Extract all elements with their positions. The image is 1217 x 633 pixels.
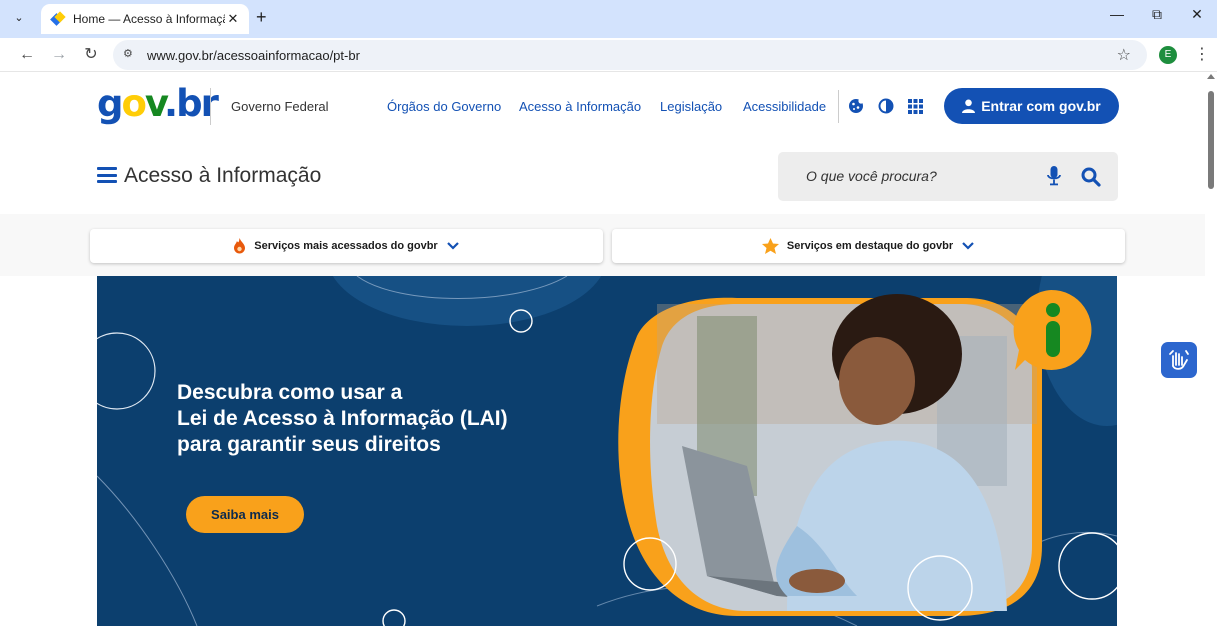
hamburger-menu-icon[interactable] — [97, 167, 117, 183]
most-accessed-services-dropdown[interactable]: Serviços mais acessados do govbr — [90, 229, 603, 263]
info-speech-bubble-icon — [1013, 289, 1092, 370]
window-close-icon[interactable]: ✕ — [1187, 6, 1207, 23]
new-tab-plus-icon[interactable]: + — [256, 6, 267, 28]
hero-heading-line-1: Descubra como usar a — [177, 381, 403, 404]
chevron-down-icon — [962, 242, 974, 250]
link-legislacao[interactable]: Legislação — [660, 99, 722, 114]
link-acessibilidade[interactable]: Acessibilidade — [743, 99, 826, 114]
bookmark-star-icon[interactable]: ☆ — [1117, 45, 1131, 65]
star-icon — [761, 238, 779, 254]
profile-avatar[interactable]: E — [1159, 46, 1177, 64]
window-restore-icon[interactable]: ⧉ — [1147, 6, 1167, 23]
link-acesso-a-informacao[interactable]: Acesso à Informação — [519, 99, 641, 114]
login-govbr-button[interactable]: Entrar com gov.br — [944, 88, 1119, 124]
browser-tab-bar: ⌄ Home — Acesso à Informação ✕ + — ⧉ ✕ — [0, 0, 1217, 38]
tab-title: Home — Acesso à Informação — [73, 12, 225, 26]
browser-toolbar: ← → ↻ ⚙ www.gov.br/acessoainformacao/pt-… — [0, 38, 1217, 72]
page-scrollbar[interactable] — [1205, 72, 1217, 633]
apps-grid-icon[interactable] — [906, 97, 924, 115]
browser-menu-icon[interactable]: ⋮ — [1194, 44, 1210, 64]
login-button-label: Entrar com gov.br — [981, 98, 1101, 114]
url-text[interactable]: www.gov.br/acessoainformacao/pt-br — [147, 48, 360, 63]
logo-letter-r: r — [200, 82, 219, 125]
contrast-icon[interactable] — [877, 97, 895, 115]
logo-letter-b: b — [176, 82, 202, 125]
logo-dot: . — [164, 82, 178, 125]
cookie-icon[interactable] — [847, 97, 865, 115]
sign-language-hands-icon[interactable] — [1161, 342, 1197, 378]
governo-federal-label: Governo Federal — [231, 99, 329, 114]
site-title: Acesso à Informação — [124, 164, 322, 187]
scroll-up-arrow-icon[interactable] — [1207, 74, 1215, 79]
search-icon[interactable] — [1081, 167, 1101, 187]
logo-letter-v: v — [144, 82, 166, 125]
search-box[interactable]: O que você procura? — [778, 152, 1118, 201]
forward-arrow-icon[interactable]: → — [48, 44, 70, 66]
scrollbar-thumb[interactable] — [1208, 91, 1214, 189]
most-accessed-services-label: Serviços mais acessados do govbr — [254, 240, 438, 252]
hero-banner[interactable]: Descubra como usar a Lei de Acesso à Inf… — [97, 276, 1117, 626]
hero-heading-line-3: para garantir seus direitos — [177, 433, 441, 456]
search-input[interactable]: O que você procura? — [806, 168, 937, 184]
govbr-logo[interactable]: gov.br — [97, 82, 219, 125]
chevron-down-icon — [446, 242, 459, 250]
reload-icon[interactable]: ↻ — [80, 44, 102, 66]
site-info-icon[interactable]: ⚙ — [123, 47, 133, 60]
microphone-icon[interactable] — [1047, 166, 1061, 186]
user-icon — [962, 99, 976, 113]
fire-icon — [234, 238, 246, 254]
featured-services-label: Serviços em destaque do govbr — [786, 240, 954, 252]
tab-search-chevron-icon[interactable]: ⌄ — [6, 6, 32, 28]
saiba-mais-button[interactable]: Saiba mais — [186, 496, 304, 533]
logo-divider — [210, 88, 211, 125]
address-bar[interactable]: ⚙ www.gov.br/acessoainformacao/pt-br ☆ — [113, 40, 1147, 70]
hero-heading-line-2: Lei de Acesso à Informação (LAI) — [177, 407, 508, 430]
header-divider — [838, 90, 839, 123]
logo-letter-g: g — [97, 82, 123, 125]
back-arrow-icon[interactable]: ← — [16, 44, 38, 66]
link-orgaos-do-governo[interactable]: Órgãos do Governo — [387, 99, 501, 114]
govbr-favicon-icon — [50, 11, 66, 26]
browser-tab[interactable]: Home — Acesso à Informação ✕ — [41, 4, 249, 34]
tab-close-icon[interactable]: ✕ — [225, 11, 241, 27]
logo-letter-o: o — [121, 82, 147, 125]
featured-services-dropdown[interactable]: Serviços em destaque do govbr — [612, 229, 1125, 263]
window-minimize-icon[interactable]: — — [1107, 6, 1127, 22]
